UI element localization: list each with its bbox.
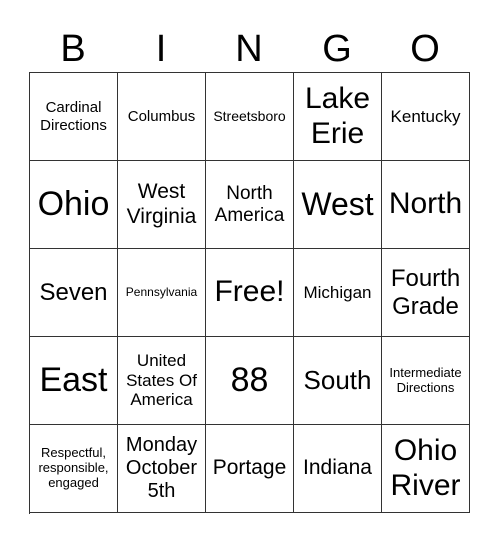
header-letter-o: O: [410, 28, 440, 70]
bingo-cell[interactable]: Cardinal Directions: [30, 73, 118, 161]
bingo-cell[interactable]: Michigan: [294, 249, 382, 337]
bingo-cell[interactable]: North: [382, 161, 470, 249]
header-letter-b: B: [60, 28, 86, 70]
header-letter-i: I: [155, 28, 167, 70]
bingo-cell[interactable]: Streetsboro: [206, 73, 294, 161]
bingo-cell[interactable]: West Virginia: [118, 161, 206, 249]
bingo-cell[interactable]: Respectful, responsible, engaged: [30, 425, 118, 513]
bingo-cell[interactable]: 88: [206, 337, 294, 425]
bingo-cell[interactable]: West: [294, 161, 382, 249]
bingo-cell[interactable]: United States Of America: [118, 337, 206, 425]
bingo-cell[interactable]: Indiana: [294, 425, 382, 513]
bingo-cell[interactable]: North America: [206, 161, 294, 249]
header-letter-g: G: [322, 28, 352, 70]
bingo-cell[interactable]: Intermediate Directions: [382, 337, 470, 425]
bingo-cell[interactable]: East: [30, 337, 118, 425]
bingo-cell[interactable]: Monday October 5th: [118, 425, 206, 513]
bingo-cell[interactable]: Ohio: [30, 161, 118, 249]
bingo-cell[interactable]: Seven: [30, 249, 118, 337]
free-space-cell[interactable]: Free!: [206, 249, 294, 337]
bingo-cell[interactable]: Fourth Grade: [382, 249, 470, 337]
bingo-grid: Cardinal Directions Columbus Streetsboro…: [29, 72, 470, 514]
bingo-cell[interactable]: Ohio River: [382, 425, 470, 513]
bingo-cell[interactable]: Kentucky: [382, 73, 470, 161]
bingo-cell[interactable]: Lake Erie: [294, 73, 382, 161]
bingo-cell[interactable]: Portage: [206, 425, 294, 513]
header-letter-n: N: [235, 28, 263, 70]
bingo-cell[interactable]: South: [294, 337, 382, 425]
bingo-cell[interactable]: Columbus: [118, 73, 206, 161]
bingo-header: B I N G O: [29, 26, 469, 72]
bingo-cell[interactable]: Pennsylvania: [118, 249, 206, 337]
